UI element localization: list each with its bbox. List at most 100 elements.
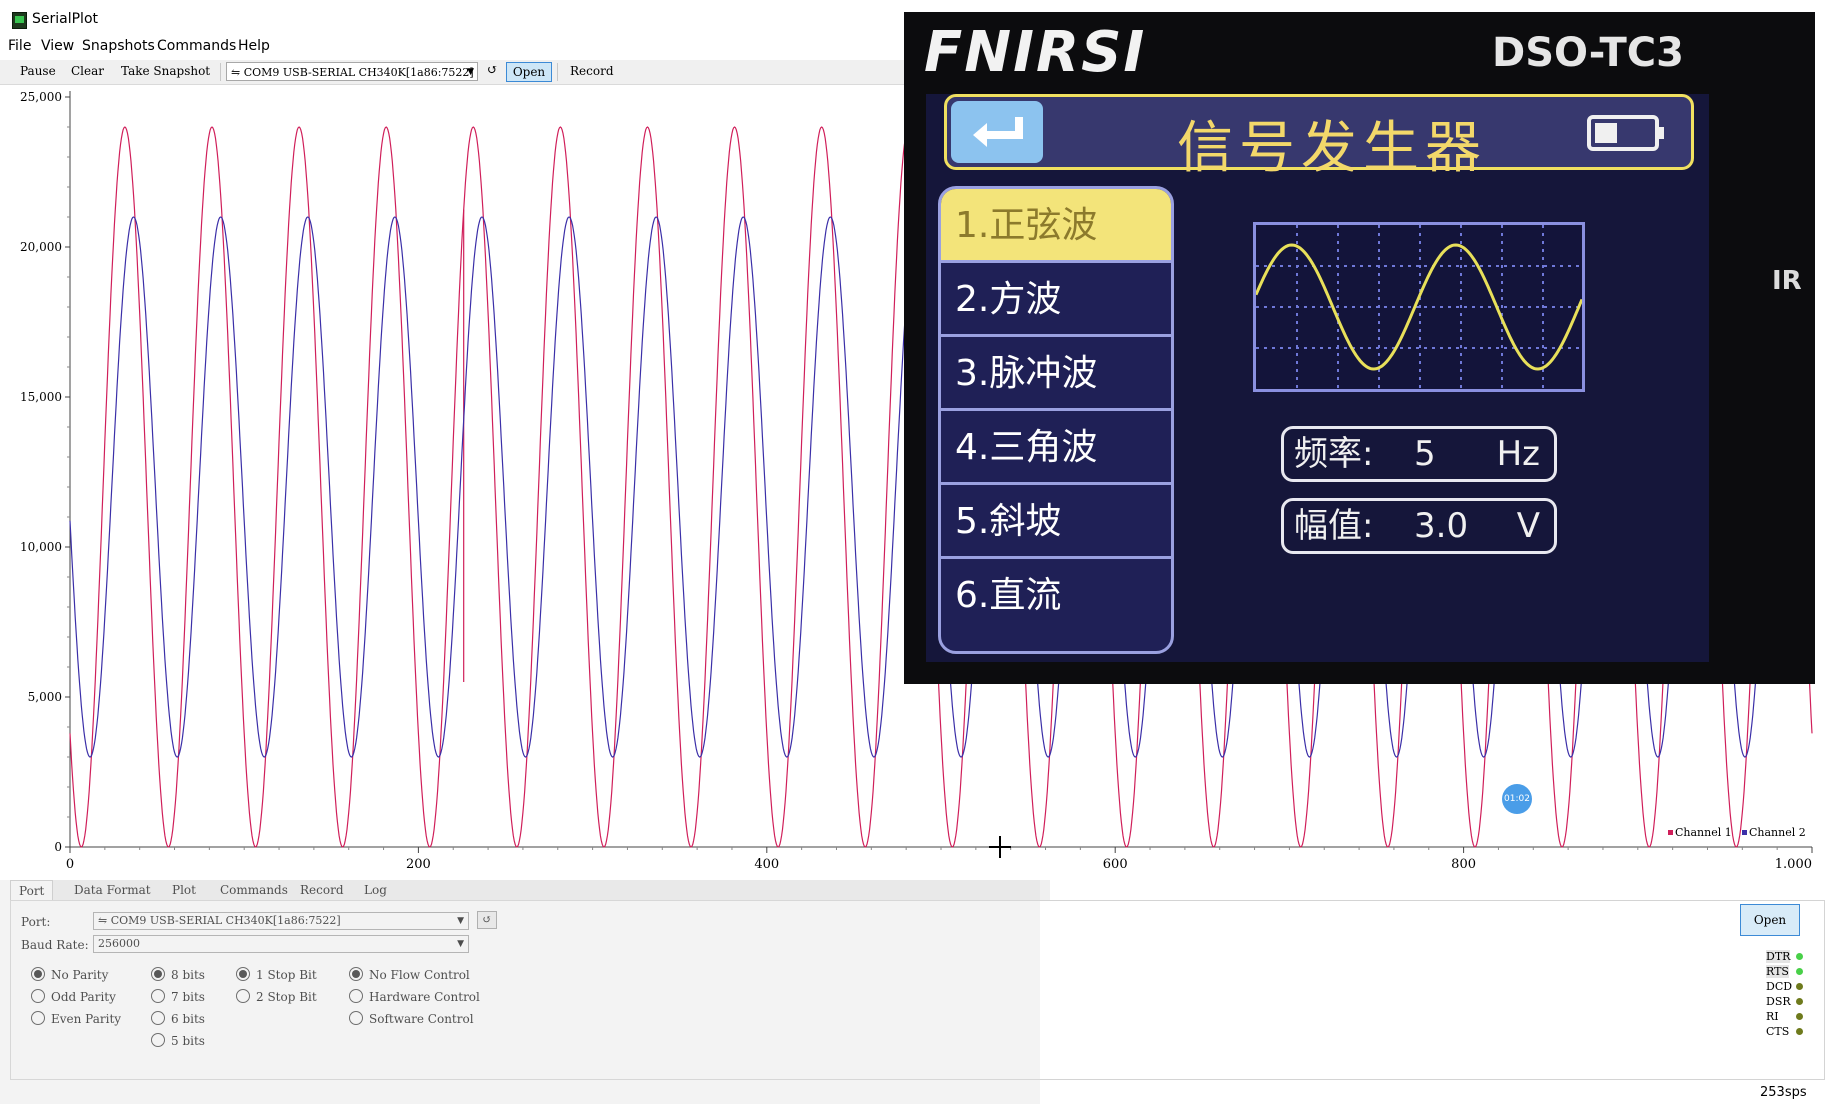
menu-help[interactable]: Help bbox=[238, 38, 270, 54]
stop-2-radio[interactable]: 2 Stop Bit bbox=[236, 989, 317, 1004]
amplitude-unit: V bbox=[1516, 506, 1540, 546]
pin-dcd-led bbox=[1796, 983, 1803, 990]
refresh-icon[interactable]: ↺ bbox=[487, 63, 498, 78]
flow-hardware-radio[interactable]: Hardware Control bbox=[349, 989, 480, 1004]
ir-label: IR bbox=[1772, 266, 1802, 296]
menu-commands[interactable]: Commands bbox=[157, 38, 236, 54]
parity-even-radio[interactable]: Even Parity bbox=[31, 1011, 121, 1026]
x-tick-label: 1.000 bbox=[1775, 857, 1812, 872]
waveform-preview bbox=[1253, 222, 1585, 392]
frequency-label: 频率: bbox=[1294, 434, 1374, 474]
y-tick-label: 10,000 bbox=[20, 540, 62, 554]
pin-ri: RI bbox=[1766, 1010, 1803, 1023]
stop-1-label: 1 Stop Bit bbox=[256, 968, 317, 982]
take-snapshot-button[interactable]: Take Snapshot bbox=[121, 64, 210, 78]
back-arrow-icon bbox=[951, 101, 1043, 163]
port-combo[interactable]: ⇋ COM9 USB-SERIAL CH340K[1a86:7522] ▼ bbox=[93, 912, 469, 930]
pin-dsr-label: DSR bbox=[1766, 995, 1791, 1008]
amplitude-label: 幅值: bbox=[1294, 506, 1374, 546]
menu-view[interactable]: View bbox=[41, 38, 74, 54]
y-tick-label: 25,000 bbox=[20, 90, 62, 104]
stop-1-radio[interactable]: 1 Stop Bit bbox=[236, 967, 317, 982]
x-tick-label: 200 bbox=[406, 857, 431, 872]
timer-bubble: 01:02 bbox=[1502, 784, 1532, 814]
samples-per-second: 253sps bbox=[1760, 1085, 1807, 1100]
parity-even-label: Even Parity bbox=[51, 1012, 122, 1026]
parity-none-label: No Parity bbox=[51, 968, 109, 982]
x-tick-label: 0 bbox=[66, 857, 74, 872]
tab-log[interactable]: Log bbox=[356, 880, 395, 901]
flow-software-radio[interactable]: Software Control bbox=[349, 1011, 474, 1026]
open-button[interactable]: Open bbox=[506, 62, 552, 82]
toolbar-separator bbox=[557, 63, 558, 81]
usb-icon: ⇋ bbox=[231, 66, 244, 79]
pin-rts-label: RTS bbox=[1766, 965, 1789, 978]
port-select[interactable]: ⇋ COM9 USB-SERIAL CH340K[1a86:7522] ▼ bbox=[226, 62, 478, 81]
bits-7-label: 7 bits bbox=[171, 990, 205, 1004]
device-screen: 信号发生器 1.正弦波 2.方波 3.脉冲波 4.三角波 5.斜坡 6.直流 频… bbox=[926, 94, 1709, 662]
tab-commands[interactable]: Commands bbox=[212, 880, 296, 901]
port-label: Port: bbox=[21, 915, 51, 929]
crosshair-cursor bbox=[989, 836, 1011, 858]
model-label: DSO-TC3 bbox=[1492, 30, 1684, 76]
menu-snapshots[interactable]: Snapshots bbox=[82, 38, 155, 54]
radio-dot bbox=[151, 1011, 165, 1025]
tab-data-format[interactable]: Data Format bbox=[66, 880, 159, 901]
window-title: SerialPlot bbox=[32, 11, 99, 27]
pin-rts: RTS bbox=[1766, 965, 1803, 978]
battery-icon bbox=[1587, 115, 1664, 151]
radio-dot bbox=[236, 967, 250, 981]
usb-icon: ⇋ bbox=[98, 914, 111, 927]
menu-file[interactable]: File bbox=[8, 38, 31, 54]
frequency-unit: Hz bbox=[1496, 434, 1540, 474]
parity-none-radio[interactable]: No Parity bbox=[31, 967, 108, 982]
open-port-button[interactable]: Open bbox=[1740, 904, 1800, 936]
tab-plot[interactable]: Plot bbox=[164, 880, 204, 901]
pin-dcd-label: DCD bbox=[1766, 980, 1793, 993]
app-icon bbox=[12, 12, 27, 29]
toolbar-separator bbox=[220, 63, 221, 81]
radio-dot bbox=[349, 1011, 363, 1025]
toolbar: Pause Clear Take Snapshot ⇋ COM9 USB-SER… bbox=[0, 60, 905, 85]
waveform-option: 2.方波 bbox=[941, 263, 1171, 337]
y-tick-label: 5,000 bbox=[28, 690, 62, 704]
baud-rate-combo[interactable]: 256000 ▼ bbox=[93, 935, 469, 953]
pin-dtr: DTR bbox=[1766, 950, 1803, 963]
pause-button[interactable]: Pause bbox=[20, 64, 56, 78]
legend-label-1: Channel 1 bbox=[1675, 826, 1732, 839]
port-select-value: COM9 USB-SERIAL CH340K[1a86:7522] bbox=[243, 66, 474, 79]
chevron-down-icon: ▼ bbox=[457, 916, 464, 926]
flow-none-radio[interactable]: No Flow Control bbox=[349, 967, 470, 982]
port-settings-panel: Port: ⇋ COM9 USB-SERIAL CH340K[1a86:7522… bbox=[10, 900, 1825, 1080]
amplitude-box: 幅值: 3.0 V bbox=[1281, 498, 1557, 554]
clear-button[interactable]: Clear bbox=[71, 64, 104, 78]
y-tick-label: 0 bbox=[54, 840, 62, 854]
waveform-option: 1.正弦波 bbox=[941, 189, 1171, 263]
radio-dot bbox=[349, 989, 363, 1003]
refresh-icon[interactable]: ↺ bbox=[477, 911, 497, 929]
pin-dsr: DSR bbox=[1766, 995, 1803, 1008]
bits-6-label: 6 bits bbox=[171, 1012, 205, 1026]
waveform-option: 4.三角波 bbox=[941, 411, 1171, 485]
screen-header: 信号发生器 bbox=[944, 94, 1694, 181]
bits-7-radio[interactable]: 7 bits bbox=[151, 989, 205, 1004]
tab-record[interactable]: Record bbox=[292, 880, 352, 901]
record-button[interactable]: Record bbox=[570, 64, 614, 78]
radio-dot bbox=[349, 967, 363, 981]
y-tick-label: 20,000 bbox=[20, 240, 62, 254]
bits-8-radio[interactable]: 8 bits bbox=[151, 967, 205, 982]
baud-label: Baud Rate: bbox=[21, 938, 89, 952]
bits-5-radio[interactable]: 5 bits bbox=[151, 1033, 205, 1048]
pin-rts-led bbox=[1796, 968, 1803, 975]
flow-hardware-label: Hardware Control bbox=[369, 990, 480, 1004]
tab-port[interactable]: Port bbox=[10, 880, 54, 901]
chevron-down-icon: ▼ bbox=[467, 67, 474, 77]
baud-rate-value: 256000 bbox=[98, 937, 140, 950]
screen-title: 信号发生器 bbox=[1177, 116, 1487, 181]
x-tick-label: 800 bbox=[1451, 857, 1476, 872]
pin-cts-led bbox=[1796, 1028, 1803, 1035]
amplitude-value: 3.0 bbox=[1414, 506, 1469, 546]
parity-odd-radio[interactable]: Odd Parity bbox=[31, 989, 116, 1004]
stop-2-label: 2 Stop Bit bbox=[256, 990, 317, 1004]
bits-6-radio[interactable]: 6 bits bbox=[151, 1011, 205, 1026]
